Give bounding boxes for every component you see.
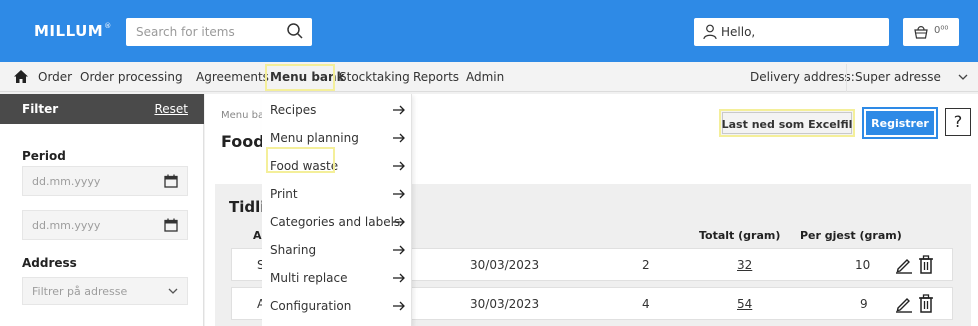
reset-link[interactable]: Reset xyxy=(154,102,188,116)
panel-title: Tidli xyxy=(229,198,266,216)
top-bar: MILLUM® Search for items Hello, 0⁰⁰ xyxy=(0,0,978,62)
arrow-right-icon xyxy=(393,245,405,255)
arrow-right-icon xyxy=(393,105,405,115)
address-filter-select[interactable]: Filtrer på adresse xyxy=(22,277,188,305)
help-button[interactable]: ? xyxy=(945,108,971,136)
calendar-icon[interactable] xyxy=(164,174,178,188)
row-per-guest: 10 xyxy=(855,258,871,272)
trash-icon[interactable] xyxy=(918,294,934,313)
nav-item-reports[interactable]: Reports xyxy=(413,70,459,84)
menu-item-label: Menu planning xyxy=(270,131,359,145)
menu-item-categories-and-labels[interactable]: Categories and labels xyxy=(262,208,412,236)
nav-item-order[interactable]: Order xyxy=(38,70,72,84)
filter-title: Filter xyxy=(22,102,59,116)
breadcrumb[interactable]: Menu ba xyxy=(221,110,264,121)
arrow-right-icon xyxy=(393,273,405,283)
date-from-placeholder: dd.mm.yyyy xyxy=(32,175,101,188)
menu-item-configuration[interactable]: Configuration xyxy=(262,292,412,320)
register-button[interactable]: Registrer xyxy=(862,107,938,139)
cart-amount: 0⁰⁰ xyxy=(934,25,949,36)
page-title: Food xyxy=(221,132,265,151)
delivery-address-select[interactable]: Super adresse xyxy=(846,64,978,92)
menu-item-recipes[interactable]: Recipes xyxy=(262,96,412,124)
menu-item-label: Categories and labels xyxy=(270,215,401,229)
filter-header: Filter Reset xyxy=(0,94,204,124)
row-per-guest: 9 xyxy=(860,297,868,311)
menu-bank-highlight xyxy=(265,64,335,91)
date-to-field[interactable]: dd.mm.yyyy xyxy=(22,210,188,240)
menu-item-label: Print xyxy=(270,187,298,201)
search-icon[interactable] xyxy=(286,22,304,40)
food-waste-highlight xyxy=(266,147,335,173)
menu-item-label: Sharing xyxy=(270,243,317,257)
millum-logo[interactable]: MILLUM® xyxy=(34,22,112,40)
basket-icon xyxy=(914,26,928,39)
menu-item-label: Multi replace xyxy=(270,271,348,285)
chevron-down-icon xyxy=(958,74,968,80)
column-header-per-guest[interactable]: Per gjest (gram) xyxy=(800,229,902,242)
cart-button[interactable]: 0⁰⁰ xyxy=(903,18,959,46)
help-icon: ? xyxy=(953,112,963,131)
date-from-field[interactable]: dd.mm.yyyy xyxy=(22,166,188,196)
delivery-address-label: Delivery address: xyxy=(750,70,855,84)
date-to-placeholder: dd.mm.yyyy xyxy=(32,219,101,232)
nav-item-stocktaking[interactable]: Stocktaking xyxy=(339,70,410,84)
address-placeholder: Filtrer på adresse xyxy=(32,285,128,298)
menu-item-sharing[interactable]: Sharing xyxy=(262,236,412,264)
row-count: 2 xyxy=(642,258,650,272)
menu-item-label: Configuration xyxy=(270,299,352,313)
arrow-right-icon xyxy=(393,189,405,199)
greeting-text: Hello, xyxy=(721,25,756,39)
period-label: Period xyxy=(22,149,66,163)
download-excel-button[interactable]: Last ned som Excelfil xyxy=(719,109,855,137)
nav-item-order-processing[interactable]: Order processing xyxy=(80,70,183,84)
row-date: 30/03/2023 xyxy=(470,258,540,272)
column-header-total[interactable]: Totalt (gram) xyxy=(699,229,780,242)
download-excel-label: Last ned som Excelfil xyxy=(721,118,853,131)
row-count: 4 xyxy=(642,297,650,311)
delivery-address-value: Super adresse xyxy=(855,70,941,84)
search-placeholder: Search for items xyxy=(136,25,235,39)
nav-item-agreements[interactable]: Agreements xyxy=(196,70,269,84)
arrow-right-icon xyxy=(393,133,405,143)
user-icon xyxy=(703,24,717,40)
menu-item-label: Recipes xyxy=(270,103,317,117)
arrow-right-icon xyxy=(393,161,405,171)
search-input[interactable]: Search for items xyxy=(126,18,312,46)
edit-icon[interactable] xyxy=(895,256,913,274)
nav-item-admin[interactable]: Admin xyxy=(466,70,504,84)
row-date: 30/03/2023 xyxy=(470,297,540,311)
menu-bank-dropdown: Recipes Menu planning Food waste Print C… xyxy=(262,94,412,326)
calendar-icon[interactable] xyxy=(164,218,178,232)
menu-item-print[interactable]: Print xyxy=(262,180,412,208)
user-menu-button[interactable]: Hello, xyxy=(694,18,889,46)
arrow-right-icon xyxy=(393,217,405,227)
home-icon[interactable] xyxy=(14,70,28,83)
menu-item-multi-replace[interactable]: Multi replace xyxy=(262,264,412,292)
column-header-a[interactable]: A xyxy=(253,229,262,242)
row-total-link[interactable]: 32 xyxy=(737,258,752,272)
trash-icon[interactable] xyxy=(918,255,934,274)
arrow-right-icon xyxy=(393,301,405,311)
address-label: Address xyxy=(22,256,77,270)
register-label: Registrer xyxy=(871,117,929,130)
registered-mark: ® xyxy=(104,22,112,30)
row-total-link[interactable]: 54 xyxy=(737,297,752,311)
chevron-down-icon xyxy=(168,288,178,294)
filter-sidebar: Filter Reset Period dd.mm.yyyy dd.mm.yyy… xyxy=(0,94,204,326)
edit-icon[interactable] xyxy=(895,295,913,313)
